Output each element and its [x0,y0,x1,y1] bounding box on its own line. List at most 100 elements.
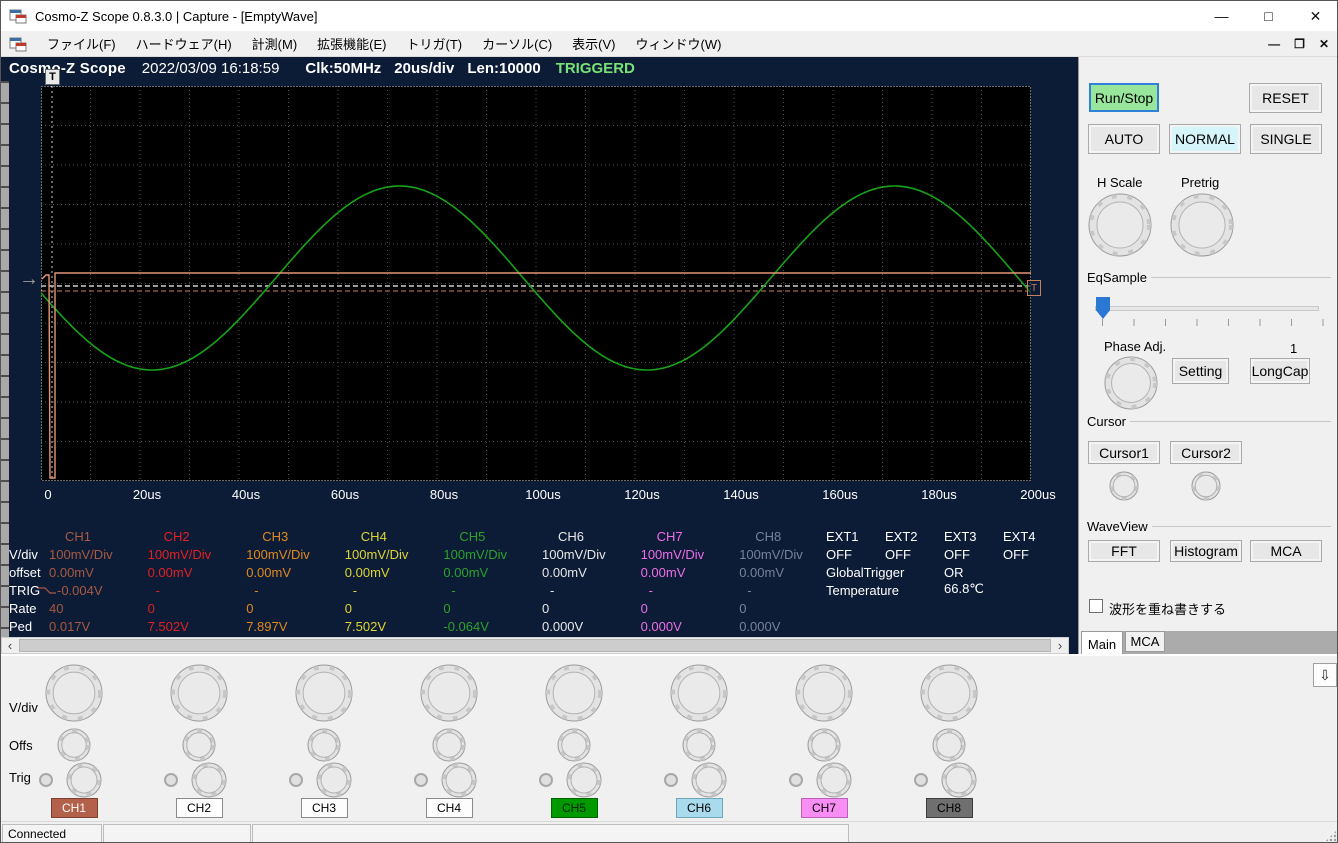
mca-button[interactable]: MCA [1250,540,1322,562]
trigger-knob[interactable] [691,762,727,803]
channel-trig: - [649,583,653,598]
panel-dropdown-button[interactable]: ⇩ [1313,663,1337,687]
trigger-knob[interactable] [66,762,102,803]
vdiv-knob[interactable] [45,664,103,727]
run-stop-button[interactable]: Run/Stop [1089,83,1159,112]
trigger-knob[interactable] [316,762,352,803]
ext-trigger-value: OFF [1003,547,1029,562]
close-icon[interactable]: ✕ [1292,1,1338,31]
eqsample-slider-track[interactable] [1095,306,1319,311]
h-scale-knob[interactable] [1088,193,1152,260]
temperature-label: Temperature [826,583,899,598]
tab-mca[interactable]: MCA [1125,631,1165,652]
channel-select-button[interactable]: CH1 [51,798,98,818]
trigger-led [539,773,553,787]
menu-item-5[interactable]: トリガ(T) [397,30,473,57]
mdi-minimize-icon[interactable]: — [1268,37,1280,51]
fft-button[interactable]: FFT [1088,540,1160,562]
reset-button[interactable]: RESET [1249,83,1322,113]
ext-trigger-name: EXT4 [1003,529,1036,544]
menu-item-2[interactable]: ハードウェア(H) [126,30,242,57]
trigger-knob[interactable] [191,762,227,803]
single-button[interactable]: SINGLE [1250,124,1322,154]
cursor2-knob[interactable] [1191,471,1221,504]
channel-vdiv: 100mV/Div [49,547,113,562]
channel-select-button[interactable]: CH8 [926,798,973,818]
trigger-knob[interactable] [941,762,977,803]
menu-item-8[interactable]: ウィンドウ(W) [626,30,732,57]
mdi-child-icon [9,36,27,52]
global-trigger-value: OR [944,565,964,580]
vdiv-knob[interactable] [795,664,853,727]
channel-select-button[interactable]: CH4 [426,798,473,818]
vdiv-knob[interactable] [670,664,728,727]
scroll-left-icon[interactable]: ‹ [2,638,18,653]
trigger-knob[interactable] [441,762,477,803]
x-tick-label: 60us [331,487,359,502]
ext-trigger-value: OFF [944,547,970,562]
channel-offset: 0.00mV [246,565,291,580]
cursor1-knob[interactable] [1109,471,1139,504]
tab-main[interactable]: Main [1081,631,1123,656]
auto-button[interactable]: AUTO [1088,124,1160,154]
trigger-knob[interactable] [566,762,602,803]
menu-item-7[interactable]: 表示(V) [562,30,625,57]
clock-rate: Clk:50MHz [305,60,381,77]
channel-vdiv: 100mV/Div [739,547,803,562]
vdiv-knob[interactable] [920,664,978,727]
longcap-button[interactable]: LongCap [1250,358,1310,384]
channel-select-button[interactable]: CH7 [801,798,848,818]
vdiv-knob[interactable] [295,664,353,727]
trigger-led [664,773,678,787]
cursor1-button[interactable]: Cursor1 [1088,441,1160,464]
trigger-status-badge: TRIGGERD [556,60,635,77]
trigger-time-marker[interactable]: T [45,69,60,85]
channel-select-button[interactable]: CH3 [301,798,348,818]
channel-name: CH1 [65,529,91,544]
vdiv-knob[interactable] [170,664,228,727]
x-tick-label: 160us [822,487,857,502]
mdi-close-icon[interactable]: ✕ [1319,37,1329,51]
channel-select-button[interactable]: CH6 [676,798,723,818]
resize-grip[interactable] [1325,830,1337,842]
channel-ped: 7.897V [246,619,287,634]
menu-item-1[interactable]: ファイル(F) [37,30,126,57]
scrollbar-thumb[interactable] [19,639,1051,652]
maximize-icon[interactable]: □ [1245,1,1292,31]
scope-app-name: Cosmo-Z Scope [9,60,126,77]
channel-offset: 0.00mV [542,565,587,580]
trigger-level-marker[interactable]: T [1027,280,1041,296]
channel-rate: 0 [246,601,253,616]
menu-item-3[interactable]: 計測(M) [242,30,308,57]
histogram-button[interactable]: Histogram [1170,540,1242,562]
channel-select-button[interactable]: CH5 [551,798,598,818]
eqsample-slider-thumb[interactable] [1096,297,1110,319]
minimize-icon[interactable]: — [1198,1,1245,31]
cursor2-button[interactable]: Cursor2 [1170,441,1242,464]
channel-select-button[interactable]: CH2 [176,798,223,818]
scope-header: Cosmo-Z Scope 2022/03/09 16:18:59 Clk:50… [9,60,635,77]
menu-item-4[interactable]: 拡張機能(E) [307,30,396,57]
menu-item-6[interactable]: カーソル(C) [472,30,562,57]
trigger-edge-icon [37,585,57,596]
normal-button[interactable]: NORMAL [1169,124,1241,154]
zero-level-arrow-icon[interactable]: → [19,269,39,289]
setting-button[interactable]: Setting [1172,358,1229,384]
horizontal-scrollbar[interactable]: ‹ › [1,637,1069,654]
x-tick-label: 200us [1020,487,1055,502]
status-bar: Connected [1,821,1338,843]
trigger-knob[interactable] [816,762,852,803]
vdiv-knob[interactable] [545,664,603,727]
scroll-right-icon[interactable]: › [1052,638,1068,653]
table-row-label: Ped [9,619,32,634]
overlay-waveform-checkbox[interactable] [1089,599,1103,613]
vdiv-knob[interactable] [420,664,478,727]
menubar: ファイル(F)ハードウェア(H)計測(M)拡張機能(E)トリガ(T)カーソル(C… [1,31,1338,57]
waveform-plot[interactable] [41,86,1031,481]
control-panel: Run/Stop RESET AUTO NORMAL SINGLE H Scal… [1079,57,1338,654]
pretrig-knob[interactable] [1170,193,1234,260]
mdi-restore-icon[interactable]: ❐ [1294,37,1305,51]
channel-vdiv: 100mV/Div [246,547,310,562]
phase-adj-knob[interactable] [1104,356,1158,413]
channel-ped: 0.000V [542,619,583,634]
